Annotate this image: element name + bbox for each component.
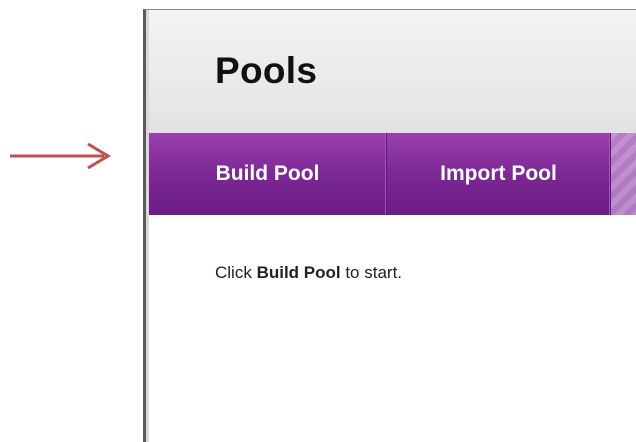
right-arrow-icon [10,142,111,170]
screenshot-stage: Pools Build Pool Import Pool Click Build… [0,0,636,442]
instruction-text: Click Build Pool to start. [215,263,402,283]
instruction-prefix: Click [215,263,257,282]
build-pool-button[interactable]: Build Pool [149,133,387,215]
instruction-emphasis: Build Pool [256,263,341,282]
browser-panel: Pools Build Pool Import Pool Click Build… [143,9,636,442]
page-header: Pools [149,10,636,134]
action-bar-overflow [611,133,636,215]
page-title: Pools [215,50,318,91]
content-area: Click Build Pool to start. [149,215,636,442]
action-bar: Build Pool Import Pool [149,133,636,215]
instruction-suffix: to start. [340,263,403,282]
import-pool-button[interactable]: Import Pool [387,133,611,215]
